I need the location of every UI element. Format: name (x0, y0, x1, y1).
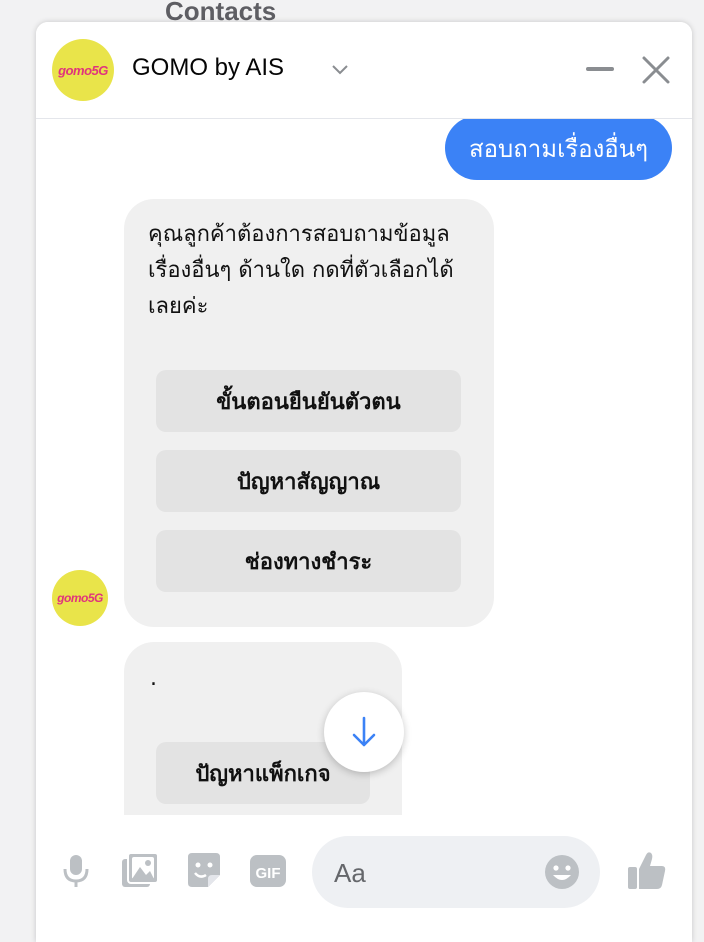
message-placeholder: Aa (334, 858, 366, 888)
chat-window: gomo5G GOMO by AIS สอบถามเรื่องอื่นๆ คุณ… (36, 22, 692, 942)
arrow-down-icon (352, 716, 376, 747)
close-icon[interactable] (640, 54, 672, 86)
message-list[interactable]: สอบถามเรื่องอื่นๆ คุณลูกค้าต้องการสอบถาม… (36, 118, 692, 815)
quick-reply-payment[interactable]: ช่องทางชำระ (156, 530, 461, 592)
microphone-icon[interactable] (56, 851, 96, 891)
bot-message-text: คุณลูกค้าต้องการสอบถามข้อมูลเรื่องอื่นๆ … (148, 222, 454, 319)
scroll-to-bottom-button[interactable] (324, 692, 404, 772)
bot-avatar: gomo5G (52, 570, 108, 626)
quick-reply-identity[interactable]: ขั้นตอนยืนยันตัวตน (156, 370, 461, 432)
chevron-down-icon[interactable] (329, 58, 351, 80)
bot-message-bubble: คุณลูกค้าต้องการสอบถามข้อมูลเรื่องอื่นๆ … (124, 199, 494, 627)
thumbs-up-icon[interactable] (626, 849, 668, 891)
avatar[interactable]: gomo5G (52, 39, 114, 101)
sent-message: สอบถามเรื่องอื่นๆ (444, 118, 672, 180)
message-input[interactable]: Aa (312, 836, 600, 908)
minimize-icon[interactable] (584, 60, 616, 78)
composer-bar: GIF Aa (36, 815, 692, 942)
sticker-icon[interactable] (184, 851, 224, 891)
chat-header: gomo5G GOMO by AIS (36, 22, 692, 119)
gif-label: GIF (256, 865, 281, 882)
emoji-icon[interactable] (544, 854, 580, 890)
quick-reply-signal[interactable]: ปัญหาสัญญาณ (156, 450, 461, 512)
image-icon[interactable] (120, 851, 160, 891)
bot-message-text-2: . (150, 666, 157, 691)
gif-icon[interactable]: GIF (248, 851, 288, 891)
contact-name[interactable]: GOMO by AIS (132, 54, 284, 82)
